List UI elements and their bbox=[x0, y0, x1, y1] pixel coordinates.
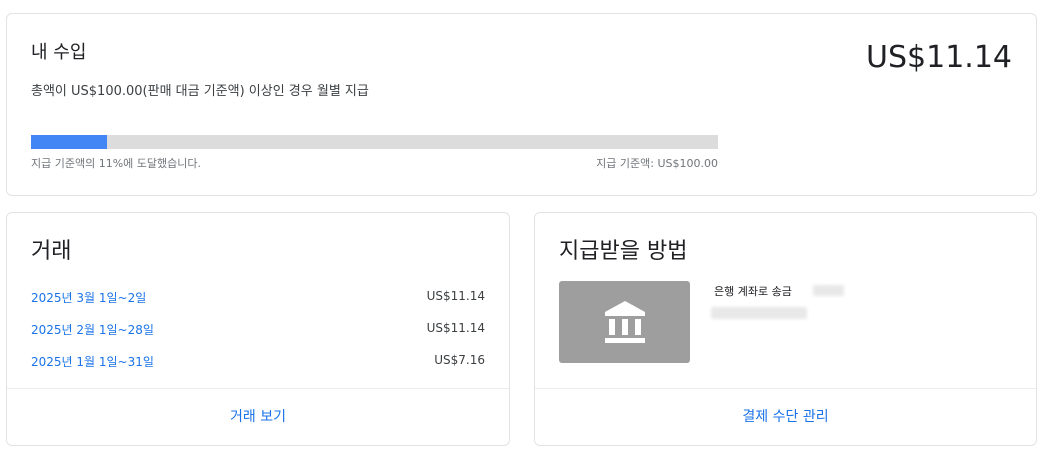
transactions-title: 거래 bbox=[31, 239, 72, 264]
earnings-title: 내 수입 bbox=[31, 42, 87, 63]
transaction-amount: US$11.14 bbox=[426, 289, 485, 303]
table-row: 2025년 2월 1일~28일 US$11.14 bbox=[31, 321, 485, 353]
transactions-list: 2025년 3월 1일~2일 US$11.14 2025년 2월 1일~28일 … bbox=[31, 289, 485, 385]
transaction-amount: US$11.14 bbox=[426, 321, 485, 335]
redacted-account-suffix bbox=[813, 285, 844, 296]
payment-method-card: 지급받을 방법 은행 계좌로 송금 결제 수단 관리 bbox=[534, 212, 1037, 446]
transaction-period-link[interactable]: 2025년 1월 1일~31일 bbox=[31, 353, 154, 370]
table-row: 2025년 3월 1일~2일 US$11.14 bbox=[31, 289, 485, 321]
manage-payment-methods-link[interactable]: 결제 수단 관리 bbox=[535, 406, 1036, 426]
payout-progress-fill bbox=[31, 135, 107, 149]
card-divider bbox=[7, 388, 509, 389]
view-transactions-link[interactable]: 거래 보기 bbox=[7, 406, 509, 426]
payment-method-label: 은행 계좌로 송금 bbox=[714, 285, 792, 298]
transactions-card: 거래 2025년 3월 1일~2일 US$11.14 2025년 2월 1일~2… bbox=[6, 212, 510, 446]
card-divider bbox=[535, 388, 1036, 389]
threshold-text: 지급 기준액: US$100.00 bbox=[596, 157, 718, 170]
redacted-account-number bbox=[711, 307, 807, 319]
transaction-amount: US$7.16 bbox=[434, 353, 485, 367]
payment-method-title: 지급받을 방법 bbox=[559, 239, 688, 264]
table-row: 2025년 1월 1일~31일 US$7.16 bbox=[31, 353, 485, 385]
earnings-card: 내 수입 총액이 US$100.00(판매 대금 기준액) 이상인 경우 월별 … bbox=[6, 13, 1037, 196]
transaction-period-link[interactable]: 2025년 3월 1일~2일 bbox=[31, 289, 146, 306]
earnings-description: 총액이 US$100.00(판매 대금 기준액) 이상인 경우 월별 지급 bbox=[31, 84, 369, 99]
earnings-amount: US$11.14 bbox=[866, 40, 1012, 75]
bank-icon bbox=[604, 301, 645, 343]
payout-progress-bar bbox=[31, 135, 718, 149]
bank-icon-box bbox=[559, 281, 690, 363]
transaction-period-link[interactable]: 2025년 2월 1일~28일 bbox=[31, 321, 154, 338]
